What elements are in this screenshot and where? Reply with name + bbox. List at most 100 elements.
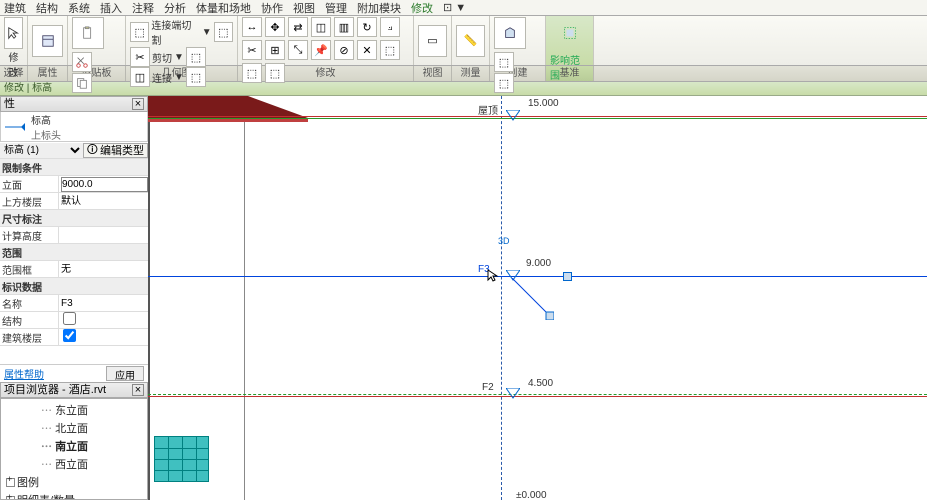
mod-extra-1[interactable]: ⬚ [380,40,400,60]
level-f3-elev[interactable]: 9.000 [526,258,551,269]
menu-collab[interactable]: 协作 [261,0,283,16]
geom-btn-1[interactable]: ⬚ [214,22,233,42]
grp-lbl-6: 测量 [452,66,490,81]
type-name: 标高 [31,112,61,127]
menu-annotate[interactable]: 注释 [132,0,154,16]
3d-toggle[interactable]: 3D [498,236,510,246]
level-drag-preview[interactable] [512,278,554,320]
value-name[interactable]: F3 [58,295,148,311]
cut-icon[interactable] [72,52,92,72]
level-f2-elev[interactable]: 4.500 [528,378,553,389]
level-roof-name[interactable]: 屋顶 [478,102,498,117]
section-identity: 标识数据 [0,278,148,295]
mod-extra-3[interactable]: ⬚ [265,63,285,83]
trim-icon[interactable]: ⟓ [380,17,400,37]
ribbon-group-geometry: ⬚连接端切割▼⬚ ✂剪切▼⬚ ◫连接▼⬚ [126,16,238,65]
value-calc[interactable] [58,227,148,243]
menu-struct[interactable]: 结构 [36,0,58,16]
offset-icon[interactable]: ⇄ [288,17,308,37]
geom-btn-2[interactable]: ⬚ [186,47,206,67]
input-elev[interactable] [61,177,148,192]
ribbon-group-modify: ↔ ✥ ⇄ ◫ ▥ ↻ ⟓ ✂ ⊞ ⤡ 📌 ⊘ ✕ ⬚ ⬚ ⬚ [238,16,414,65]
value-upper[interactable]: 默认 [58,193,148,209]
tree-west[interactable]: ⋯ 西立面 [3,455,145,473]
measure-icon[interactable]: 📏 [456,25,485,57]
create-sm-2[interactable]: ⬚ [494,73,514,93]
value-scopebox[interactable]: 无 [58,261,148,277]
move-icon[interactable]: ✥ [265,17,285,37]
tree-legends[interactable]: 图例 [3,473,145,491]
curtain-wall-preview[interactable] [154,436,209,482]
level-f1-elev[interactable]: ±0.000 [516,490,547,500]
label-name: 名称 [0,296,58,311]
menu-insert[interactable]: 插入 [100,0,122,16]
paste-icon[interactable] [72,17,104,49]
level-type-icon [3,115,27,139]
split-icon[interactable]: ✂ [242,40,262,60]
section-dims: 尺寸标注 [0,210,148,227]
props-help-link[interactable]: 属性帮助 [4,366,44,381]
label-upper: 上方楼层 [0,194,58,209]
align-icon[interactable]: ↔ [242,17,262,37]
row-scopebox: 范围框 无 [0,261,148,278]
level-line-f3[interactable] [148,276,927,277]
menu-analyze[interactable]: 分析 [164,0,186,16]
props-apply-button[interactable]: 应用 [106,366,144,381]
tree-schedules[interactable]: 明细表/数量 [3,491,145,500]
menu-manage[interactable]: 管理 [325,0,347,16]
pin-icon[interactable]: 📌 [311,40,331,60]
join-endcut-icon[interactable]: ⬚ [130,22,149,42]
scale-icon[interactable]: ⤡ [288,40,308,60]
rotate-icon[interactable]: ↻ [357,17,377,37]
level-roof-elev[interactable]: 15.000 [528,98,559,109]
delete-icon[interactable]: ✕ [357,40,377,60]
row-upper: 上方楼层 默认 [0,193,148,210]
label-struct: 结构 [0,313,58,328]
mirror-icon[interactable]: ▥ [334,17,354,37]
menu-view[interactable]: 视图 [293,0,315,16]
level-line-f2[interactable] [148,394,927,395]
menu-addins[interactable]: 附加模块 [357,0,401,16]
mod-extra-2[interactable]: ⬚ [242,63,262,83]
properties-close-icon[interactable]: × [132,98,144,110]
select-cursor-icon[interactable] [4,17,23,49]
tree-north[interactable]: ⋯ 北立面 [3,419,145,437]
properties-title: 性 × [0,96,148,112]
props-footer: 属性帮助 应用 [0,364,148,382]
view-icon[interactable]: ▭ [418,25,447,57]
scope-label: 影响范围 [550,52,589,82]
create-icon[interactable] [494,17,526,49]
check-bstorey[interactable] [63,329,76,342]
edit-type-button[interactable]: 🛈编辑类型 [83,143,148,158]
copy-mod-icon[interactable]: ◫ [311,17,331,37]
create-sm-1[interactable]: ⬚ [494,52,514,72]
check-struct[interactable] [63,312,76,325]
join-endcut-label: 连接端切割 [151,17,199,47]
tree-south[interactable]: ⋯ 南立面 [3,437,145,455]
level-line-roof[interactable] [148,116,927,117]
left-panels: 性 × 标高 上标头 标高 (1) 🛈编辑类型 限制条件 立面 上方楼层 默认 … [0,96,148,500]
tree-east[interactable]: ⋯ 东立面 [3,401,145,419]
level-f3-end-check[interactable] [563,272,572,281]
menu-mass[interactable]: 体量和场地 [196,0,251,16]
array-icon[interactable]: ⊞ [265,40,285,60]
drawing-canvas[interactable]: 屋顶 15.000 F3 9.000 3D F2 4.500 ±0.000 [148,96,927,500]
copy-icon[interactable] [72,73,92,93]
scope-box-icon[interactable] [554,17,586,49]
level-line-f2-red [148,396,927,397]
menu-arch[interactable]: 建筑 [4,0,26,16]
menu-sys[interactable]: 系统 [68,0,90,16]
unpin-icon[interactable]: ⊘ [334,40,354,60]
geom-btn-3[interactable]: ⬚ [186,67,206,87]
join-geom-icon[interactable]: ◫ [130,67,150,87]
instance-filter[interactable]: 标高 (1) [0,143,83,158]
menu-tail[interactable]: ⊡ ▼ [443,1,466,14]
level-f2-name[interactable]: F2 [482,382,494,393]
properties-icon[interactable] [32,25,63,57]
cut-geom-icon[interactable]: ✂ [130,47,150,67]
project-browser: ⋯ 东立面 ⋯ 北立面 ⋯ 南立面 ⋯ 西立面 图例 明细表/数量 图纸 (全部… [0,398,148,500]
type-selector[interactable]: 标高 上标头 [0,112,148,142]
menu-modify[interactable]: 修改 [411,0,433,16]
level-line-roof-grn [148,118,927,119]
browser-close-icon[interactable]: × [132,384,144,396]
